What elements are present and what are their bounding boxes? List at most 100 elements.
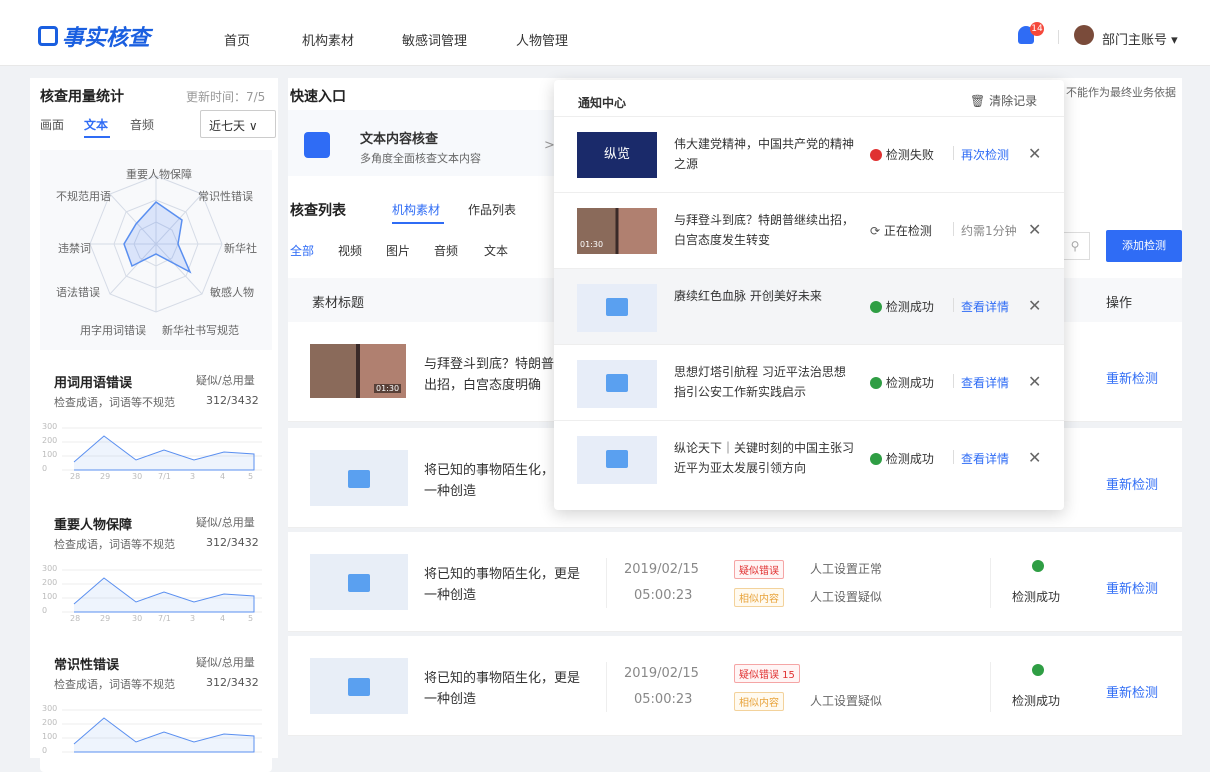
- notif-status-text: 检测失败: [885, 148, 934, 162]
- tab-org-material[interactable]: 机构素材: [392, 201, 440, 218]
- axis-tick: 7/1: [158, 472, 171, 481]
- divider: [953, 146, 954, 160]
- image-placeholder-icon: [606, 298, 628, 316]
- notif-item-title[interactable]: 赓续红色血脉 开创美好未来: [674, 286, 854, 306]
- table-row: [288, 532, 1182, 632]
- axis-tick: 3: [190, 472, 196, 481]
- radar-label: 敏感人物: [210, 286, 254, 299]
- add-check-button[interactable]: 添加检测: [1106, 230, 1182, 262]
- col-title-header: 素材标题: [312, 296, 365, 311]
- stats-tab-text[interactable]: 文本: [84, 116, 108, 133]
- divider: [1058, 30, 1059, 44]
- mini-line-chart: [62, 709, 262, 753]
- list-tab-underline: [392, 222, 444, 224]
- stat-card-desc: 检查成语，词语等不规范: [54, 678, 175, 691]
- stat-card-value: 312/3432: [206, 676, 259, 689]
- notif-status-text: 检测成功: [885, 452, 934, 466]
- axis-tick: 28: [70, 472, 81, 481]
- table-row: [288, 636, 1182, 736]
- recheck-link[interactable]: 重新检测: [1106, 682, 1158, 701]
- list-title: 核查列表: [290, 203, 346, 219]
- axis-tick: 0: [42, 464, 48, 473]
- stat-card-desc: 检查成语，词语等不规范: [54, 396, 175, 409]
- filter-text[interactable]: 文本: [484, 242, 508, 259]
- notif-action[interactable]: 查看详情: [961, 374, 1009, 391]
- nav-home[interactable]: 首页: [224, 30, 250, 49]
- duration: 01:30: [374, 384, 402, 393]
- close-icon[interactable]: ✕: [1028, 220, 1041, 239]
- nav-sensitive-words[interactable]: 敏感词管理: [402, 30, 467, 49]
- nav-org-material[interactable]: 机构素材: [302, 30, 354, 49]
- row-time: 05:00:23: [634, 692, 693, 707]
- recheck-link[interactable]: 重新检测: [1106, 368, 1158, 387]
- radar-label: 用字用词错误: [80, 324, 146, 337]
- stat-card-col: 疑似/总用量: [196, 656, 255, 669]
- clear-records-button[interactable]: 🗑 清除记录: [970, 92, 1037, 109]
- radar-label: 常识性错误: [198, 190, 253, 203]
- notif-item-title[interactable]: 思想灯塔引航程 习近平法治思想指引公安工作新实践启示: [674, 362, 854, 402]
- close-icon[interactable]: ✕: [1028, 144, 1041, 163]
- notif-action[interactable]: 查看详情: [961, 298, 1009, 315]
- notif-action[interactable]: 再次检测: [961, 146, 1009, 163]
- radar-label: 语法错误: [56, 286, 100, 299]
- notif-status-text: 检测成功: [885, 376, 934, 390]
- avatar[interactable]: [1074, 25, 1094, 45]
- filter-video[interactable]: 视频: [338, 242, 362, 259]
- search-icon[interactable]: ⚲: [1060, 232, 1090, 260]
- text-check-icon: [304, 132, 330, 158]
- axis-tick: 100: [42, 450, 58, 459]
- row-date: 2019/02/15: [624, 666, 699, 681]
- filter-audio[interactable]: 音频: [434, 242, 458, 259]
- trash-icon: 🗑: [970, 94, 986, 108]
- tab-works[interactable]: 作品列表: [468, 201, 516, 218]
- row-title[interactable]: 将已知的事物陌生化，更是一种创造: [424, 564, 588, 606]
- filter-all[interactable]: 全部: [290, 242, 314, 259]
- close-icon[interactable]: ✕: [1028, 448, 1041, 467]
- axis-tick: 7/1: [158, 614, 171, 623]
- filter-image[interactable]: 图片: [386, 242, 410, 259]
- notif-item-title[interactable]: 纵论天下｜关键时刻的中国主张习近平为亚太发展引领方向: [674, 438, 854, 478]
- stat-card-desc: 检查成语，词语等不规范: [54, 538, 175, 551]
- axis-tick: 5: [248, 614, 254, 623]
- axis-tick: 200: [42, 718, 58, 727]
- recheck-link[interactable]: 重新检测: [1106, 578, 1158, 597]
- row-date: 2019/02/15: [624, 562, 699, 577]
- radar-label: 新华社书写规范: [162, 324, 239, 337]
- stat-card-value: 312/3432: [206, 394, 259, 407]
- image-placeholder-icon: [348, 470, 370, 488]
- logo-text: 事实核查: [62, 26, 151, 51]
- notif-action: 约需1分钟: [961, 224, 1017, 238]
- close-icon[interactable]: ✕: [1028, 296, 1041, 315]
- app-logo[interactable]: 事实核查: [38, 20, 150, 52]
- range-select[interactable]: 近七天 ∨: [200, 110, 276, 138]
- image-placeholder-icon: [606, 450, 628, 468]
- notif-status-text: 正在检测: [883, 224, 932, 238]
- recheck-link[interactable]: 重新检测: [1106, 474, 1158, 493]
- notif-item-title[interactable]: 伟大建党精神，中国共产党的精神之源: [674, 134, 854, 174]
- radar-label: 新华社: [224, 242, 257, 255]
- tag-text: 人工设置疑似: [810, 590, 883, 604]
- stat-card-title: 用词用语错误: [54, 376, 133, 391]
- notif-action[interactable]: 查看详情: [961, 450, 1009, 467]
- axis-tick: 29: [100, 614, 111, 623]
- tag-suspected-error: 疑似错误 15: [734, 664, 800, 683]
- notif-title: 通知中心: [578, 96, 627, 110]
- tag-suspected-error: 疑似错误: [734, 560, 784, 579]
- stats-tab-image[interactable]: 画面: [40, 116, 64, 133]
- row-title[interactable]: 将已知的事物陌生化，更是一种创造: [424, 668, 588, 710]
- row-status: 检测成功: [1012, 590, 1061, 604]
- disclaimer-text: 不能作为最终业务依据: [1066, 86, 1176, 99]
- notif-item-title[interactable]: 与拜登斗到底？特朗普继续出招，白宫态度发生转变: [674, 210, 854, 250]
- axis-tick: 5: [248, 472, 254, 481]
- row-time: 05:00:23: [634, 588, 693, 603]
- stat-card-value: 312/3432: [206, 536, 259, 549]
- nav-people[interactable]: 人物管理: [516, 30, 568, 49]
- account-menu[interactable]: 部门主账号 ▾: [1102, 29, 1178, 48]
- radar-label: 重要人物保障: [126, 168, 192, 181]
- stat-card-col: 疑似/总用量: [196, 374, 255, 387]
- stats-tab-audio[interactable]: 音频: [130, 116, 154, 133]
- close-icon[interactable]: ✕: [1028, 372, 1041, 391]
- radar-label: 违禁词: [58, 242, 91, 255]
- quick-item-title: 文本内容核查: [360, 132, 439, 147]
- axis-tick: 4: [220, 614, 226, 623]
